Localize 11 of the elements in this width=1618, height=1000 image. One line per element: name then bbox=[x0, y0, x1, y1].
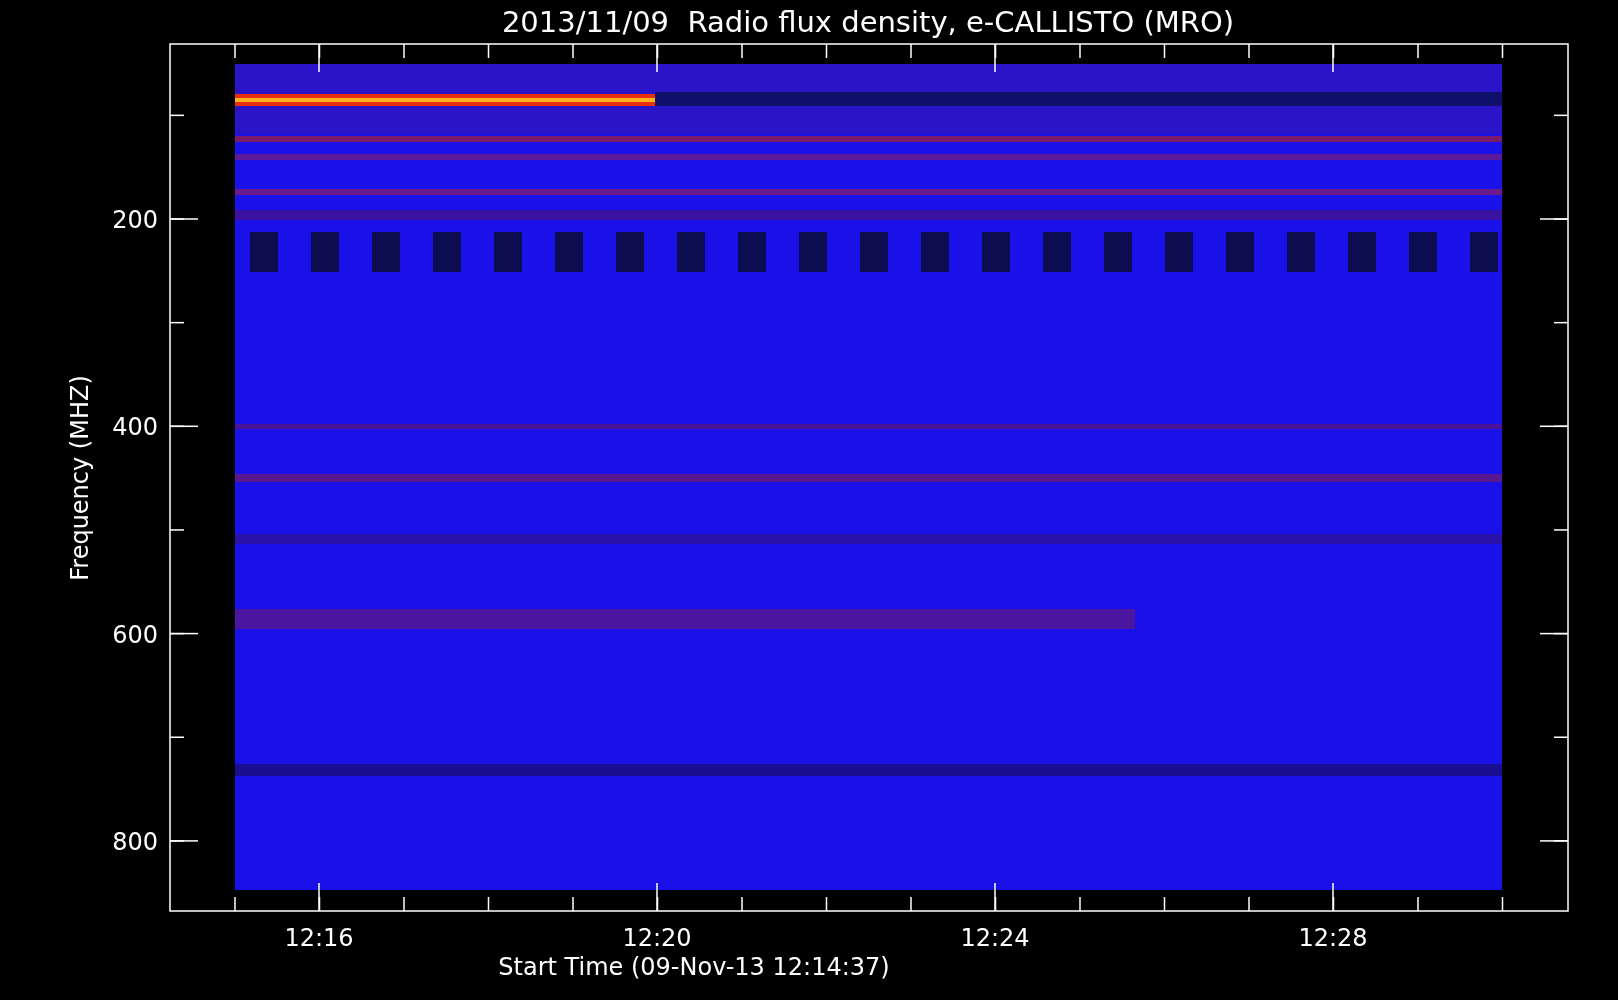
axis-tick-label: 12:16 bbox=[284, 924, 354, 952]
axis-tick-label: 200 bbox=[112, 206, 158, 234]
axis-tick-label: 400 bbox=[112, 413, 158, 442]
axis-tick-label: 12:24 bbox=[960, 924, 1030, 952]
y-axis-title: Frequency (MHZ) bbox=[66, 375, 94, 581]
axis-tick-label: 12:28 bbox=[1298, 924, 1368, 952]
x-axis-title: Start Time (09-Nov-13 12:14:37) bbox=[498, 953, 890, 981]
axis-tick-label: 600 bbox=[112, 620, 158, 649]
axis-tick-label: 12:20 bbox=[622, 924, 692, 952]
axis-tick-label: 800 bbox=[112, 827, 158, 856]
plot-title: 2013/11/09 Radio flux density, e-CALLISTO (MRO) bbox=[501, 5, 1235, 39]
